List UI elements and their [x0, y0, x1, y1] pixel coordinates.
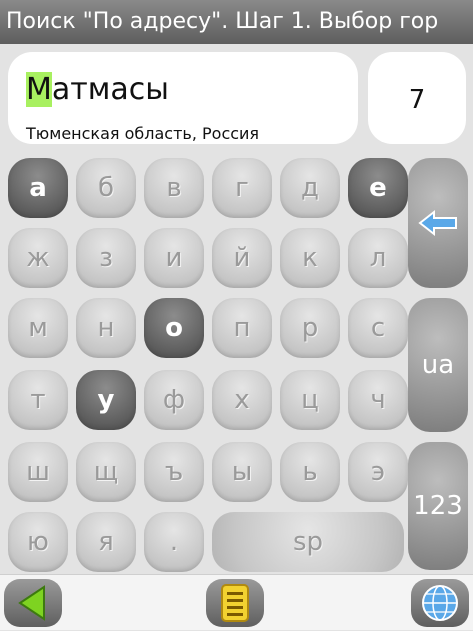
- key-х[interactable]: х: [212, 370, 272, 430]
- key-ь[interactable]: ь: [280, 442, 340, 502]
- globe-icon: [422, 585, 458, 621]
- key-ю[interactable]: ю: [8, 512, 68, 572]
- menu-button[interactable]: [206, 579, 264, 627]
- list-icon: [221, 584, 249, 622]
- key-а[interactable]: а: [8, 158, 68, 218]
- key-г[interactable]: г: [212, 158, 272, 218]
- key-ц[interactable]: ц: [280, 370, 340, 430]
- key-у[interactable]: у: [76, 370, 136, 430]
- backspace-key[interactable]: [408, 158, 468, 288]
- key-ы[interactable]: ы: [212, 442, 272, 502]
- city-name-rest: атмасы: [51, 72, 169, 107]
- triangle-left-icon: [18, 585, 45, 621]
- address-field[interactable]: Матмасы Тюменская область, Россия: [8, 52, 358, 144]
- key-э[interactable]: э: [348, 442, 408, 502]
- numbers-key[interactable]: 123: [408, 442, 468, 570]
- arrow-left-icon: [418, 209, 457, 237]
- key-о[interactable]: о: [144, 298, 204, 358]
- bottom-toolbar: [0, 574, 473, 630]
- key-е[interactable]: е: [348, 158, 408, 218]
- key-ф[interactable]: ф: [144, 370, 204, 430]
- key-ш[interactable]: ш: [8, 442, 68, 502]
- key-с[interactable]: с: [348, 298, 408, 358]
- key-ъ[interactable]: ъ: [144, 442, 204, 502]
- key-т[interactable]: т: [8, 370, 68, 430]
- key-щ[interactable]: щ: [76, 442, 136, 502]
- key-ч[interactable]: ч: [348, 370, 408, 430]
- key-н[interactable]: н: [76, 298, 136, 358]
- key-л[interactable]: л: [348, 228, 408, 288]
- window-title: Поиск "По адресу". Шаг 1. Выбор гор: [0, 0, 473, 44]
- language-key[interactable]: ua: [408, 298, 468, 432]
- key-.[interactable]: .: [144, 512, 204, 572]
- space-key[interactable]: sp: [212, 512, 404, 572]
- key-й[interactable]: й: [212, 228, 272, 288]
- key-з[interactable]: з: [76, 228, 136, 288]
- key-м[interactable]: м: [8, 298, 68, 358]
- city-region: Тюменская область, Россия: [26, 124, 260, 143]
- key-в[interactable]: в: [144, 158, 204, 218]
- key-п[interactable]: п: [212, 298, 272, 358]
- city-name: Матмасы: [26, 72, 358, 108]
- globe-button[interactable]: [411, 579, 469, 627]
- key-р[interactable]: р: [280, 298, 340, 358]
- match-count: 7: [368, 52, 466, 144]
- key-к[interactable]: к: [280, 228, 340, 288]
- key-д[interactable]: д: [280, 158, 340, 218]
- key-б[interactable]: б: [76, 158, 136, 218]
- key-и[interactable]: и: [144, 228, 204, 288]
- back-button[interactable]: [4, 579, 62, 627]
- typed-letter: М: [26, 72, 52, 107]
- key-я[interactable]: я: [76, 512, 136, 572]
- key-ж[interactable]: ж: [8, 228, 68, 288]
